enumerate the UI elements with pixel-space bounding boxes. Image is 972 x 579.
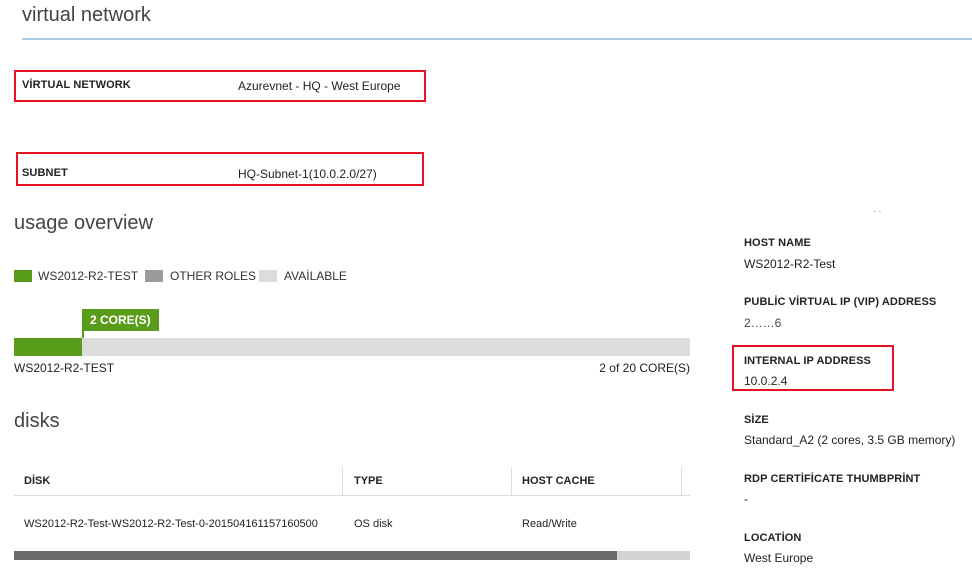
subnet-value: HQ-Subnet-1(10.0.2.0/27) xyxy=(238,167,377,181)
column-divider xyxy=(511,467,512,495)
title-divider xyxy=(22,38,972,40)
legend-swatch-available xyxy=(259,270,277,282)
page-title: virtual network xyxy=(22,4,151,26)
usage-bar-track xyxy=(14,338,690,356)
subnet-label: SUBNET xyxy=(22,167,68,179)
public-vip-label: PUBLİC VİRTUAL IP (VIP) ADDRESS xyxy=(744,296,937,308)
usage-bar-label: WS2012-R2-TEST xyxy=(14,361,115,375)
location-value: West Europe xyxy=(744,551,814,565)
size-label: SİZE xyxy=(744,414,769,426)
table-header-divider xyxy=(14,495,690,496)
usage-bar-summary: 2 of 20 CORE(S) xyxy=(599,361,690,375)
column-header-disk[interactable]: DİSK xyxy=(24,475,50,487)
disk-cell-name[interactable]: WS2012-R2-Test-WS2012-R2-Test-0-20150416… xyxy=(24,518,318,530)
public-vip-value: 2……6 xyxy=(744,316,782,330)
location-label: LOCATİON xyxy=(744,532,802,544)
host-name-label: HOST NAME xyxy=(744,237,811,249)
legend-label-other-roles: OTHER ROLES xyxy=(170,269,257,283)
internal-ip-label: INTERNAL IP ADDRESS xyxy=(744,355,871,367)
disk-cell-type[interactable]: OS disk xyxy=(354,518,393,530)
column-divider xyxy=(681,467,682,495)
virtual-network-value: Azurevnet - HQ - West Europe xyxy=(238,79,401,93)
column-divider xyxy=(342,467,343,495)
disks-title: disks xyxy=(14,410,60,432)
host-name-value: WS2012-R2-Test xyxy=(744,257,836,271)
column-header-type[interactable]: TYPE xyxy=(354,475,383,487)
horizontal-scrollbar-thumb[interactable] xyxy=(14,551,617,560)
usage-overview-title: usage overview xyxy=(14,212,153,234)
cores-tag-pointer xyxy=(82,331,84,338)
legend-label-vm: WS2012-R2-TEST xyxy=(38,269,139,283)
virtual-network-label: VİRTUAL NETWORK xyxy=(22,79,131,91)
size-value: Standard_A2 (2 cores, 3.5 GB memory) xyxy=(744,433,956,447)
cores-tag: 2 CORE(S) xyxy=(82,309,159,331)
rdp-thumbprint-value: - xyxy=(744,492,748,506)
column-header-host-cache[interactable]: HOST CACHE xyxy=(522,475,595,487)
more-dots: . . xyxy=(873,204,882,215)
legend-swatch-other-roles xyxy=(145,270,163,282)
disk-cell-host-cache[interactable]: Read/Write xyxy=(522,518,577,530)
legend-swatch-vm xyxy=(14,270,32,282)
rdp-thumbprint-label: RDP CERTİFİCATE THUMBPRİNT xyxy=(744,473,921,485)
internal-ip-value: 10.0.2.4 xyxy=(744,374,788,388)
usage-bar-fill xyxy=(14,338,82,356)
legend-label-available: AVAİLABLE xyxy=(284,269,347,283)
